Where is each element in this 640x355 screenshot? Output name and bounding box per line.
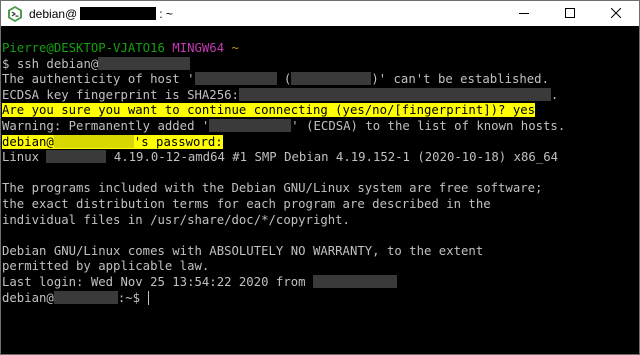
redacted-host — [194, 72, 277, 86]
scrollbar[interactable] — [636, 26, 639, 354]
maximize-button[interactable] — [547, 1, 593, 26]
password-user: debian@ — [2, 134, 54, 149]
password-prompt: debian@ 's password: — [2, 134, 223, 149]
redacted-host — [98, 56, 191, 70]
redacted-hostname — [80, 7, 157, 20]
warning-line: Warning: Permanently added ' ' (ECDSA) to… — [2, 118, 639, 135]
prompt-symbol: $ — [2, 56, 10, 71]
close-icon — [610, 5, 622, 23]
authenticity-text-1: The authenticity of host ' — [2, 72, 195, 87]
window-title: debian@ : ~ — [29, 7, 173, 21]
prompt-user-host: Pierre@DESKTOP-VJATO16 — [2, 41, 165, 55]
motd-line: individual files in /usr/share/doc/*/cop… — [2, 212, 350, 227]
confirm-line: Are you sure you want to continue connec… — [2, 103, 639, 119]
window-controls — [501, 1, 639, 26]
redacted-host — [53, 134, 134, 148]
minimize-button[interactable] — [501, 1, 547, 26]
final-prompt-user: debian@ — [2, 290, 54, 305]
ssh-command: ssh debian@ — [16, 56, 99, 71]
terminal-output[interactable]: Pierre@DESKTOP-VJATO16 MINGW64 ~ $ ssh d… — [1, 26, 639, 354]
redacted-ip — [291, 72, 372, 86]
final-prompt-symbol: :~$ — [117, 290, 141, 305]
uname-text-1: Linux — [2, 150, 47, 165]
prompt-env: MINGW64 — [172, 41, 225, 55]
redacted-host — [46, 150, 107, 164]
warning-text-2: ' (ECDSA) to the list of known hosts. — [291, 118, 566, 133]
redacted-ip — [312, 274, 397, 288]
close-button[interactable] — [593, 1, 639, 26]
fingerprint-line: ECDSA key fingerprint is SHA256:. — [2, 87, 639, 104]
uname-text-2: 4.19.0-12-amd64 #1 SMP Debian 4.19.152-1… — [106, 150, 559, 165]
fingerprint-end: . — [550, 87, 559, 102]
authenticity-line: The authenticity of host ' ( )' can't be … — [2, 72, 639, 88]
confirm-question: Are you sure you want to continue connec… — [2, 103, 536, 118]
final-prompt-line: debian@ :~$ — [2, 290, 639, 307]
last-login-line: Last login: Wed Nov 25 13:54:22 2020 fro… — [2, 274, 639, 291]
text-cursor — [148, 290, 150, 305]
redacted-host — [209, 118, 292, 132]
window-title-path: : ~ — [159, 6, 173, 21]
minimize-icon — [519, 5, 529, 23]
warning-text-1: Warning: Permanently added ' — [2, 118, 210, 133]
uname-line: Linux 4.19.0-12-amd64 #1 SMP Debian 4.19… — [2, 150, 639, 166]
window-title-user: debian@ — [29, 6, 78, 21]
motd-line: Debian GNU/Linux comes with ABSOLUTELY N… — [2, 243, 484, 258]
mingw-bash-icon — [7, 5, 23, 22]
motd-line: permitted by applicable law. — [2, 259, 210, 274]
maximize-icon — [565, 5, 575, 23]
prompt-dir: ~ — [231, 41, 239, 55]
password-label: 's password: — [133, 134, 223, 149]
password-line: debian@ 's password: — [2, 134, 639, 151]
authenticity-text-2: ( — [276, 72, 292, 87]
title-bar[interactable]: debian@ : ~ — [1, 1, 639, 26]
motd-line: The programs included with the Debian GN… — [2, 181, 543, 196]
last-login-text: Last login: Wed Nov 25 13:54:22 2020 fro… — [2, 274, 313, 289]
fingerprint-label: ECDSA key fingerprint is SHA256: — [2, 87, 239, 102]
terminal-window: debian@ : ~ Pierre@DESKTOP-VJATO16 MINGW… — [0, 0, 640, 355]
command-line: $ ssh debian@ — [2, 56, 639, 73]
prompt-line: Pierre@DESKTOP-VJATO16 MINGW64 ~ — [2, 41, 639, 57]
redacted-host — [53, 290, 118, 304]
redacted-fingerprint — [238, 87, 551, 101]
motd-line: the exact distribution terms for each pr… — [2, 196, 491, 211]
authenticity-text-3: )' can't be established. — [371, 72, 549, 87]
